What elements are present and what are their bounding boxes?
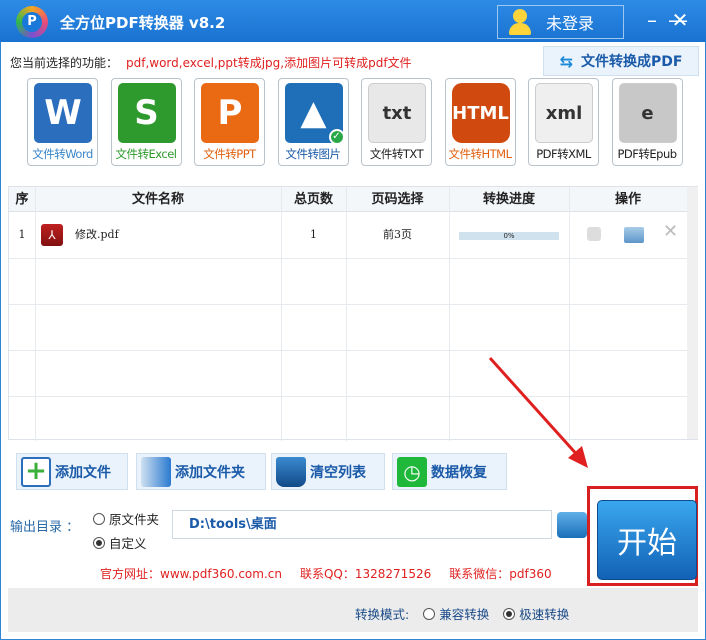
col-header-pages: 总页数: [281, 187, 346, 212]
website-link[interactable]: 官方网址：www.pdf360.com.cn: [100, 565, 282, 582]
minimize-button[interactable]: –: [640, 8, 664, 32]
tool-5[interactable]: txt 文件转TXT: [361, 78, 432, 166]
col-header-page-select: 页码选择: [346, 187, 449, 212]
wechat-text: 联系微信：pdf360: [449, 567, 552, 581]
output-dir-label: 输出目录 ：: [10, 520, 80, 535]
radio-compat-mode[interactable]: 兼容转换: [423, 604, 489, 623]
col-header-progress: 转换进度: [449, 187, 569, 212]
check-icon: ✓: [328, 129, 345, 145]
tool-icon: W: [34, 83, 92, 143]
trash-icon: [276, 456, 306, 487]
tool-3[interactable]: P 文件转PPT: [194, 78, 265, 166]
tool-icon: e: [618, 83, 677, 143]
tool-8[interactable]: e PDF转Epub: [611, 78, 683, 166]
pdf-file-icon: ⅄: [41, 224, 63, 246]
page-select[interactable]: 前3页: [346, 212, 449, 258]
contact-info: 官方网址：www.pdf360.com.cn 联系QQ：1328271526 联…: [100, 565, 552, 582]
convert-icon[interactable]: [587, 227, 601, 241]
col-header-actions: 操作: [569, 187, 687, 212]
convert-to-pdf-button[interactable]: ⇆ 文件转换成PDF: [543, 46, 699, 76]
add-file-button[interactable]: + 添加文件: [16, 453, 128, 490]
swap-arrows-icon: ⇆: [559, 51, 573, 71]
radio-custom[interactable]: 自定义: [93, 533, 147, 552]
tool-7[interactable]: xml PDF转XML: [528, 78, 599, 166]
app-logo-icon: P: [16, 6, 48, 38]
scrollbar[interactable]: [687, 187, 698, 439]
qq-text: 联系QQ：1328271526: [299, 567, 432, 581]
tool-label: 文件转图片: [285, 147, 342, 161]
clear-list-button[interactable]: 清空列表: [271, 453, 385, 490]
tool-icon: S: [117, 83, 176, 143]
tool-label: 文件转HTML: [448, 147, 512, 161]
col-header-name: 文件名称: [35, 187, 281, 212]
open-folder-icon[interactable]: [624, 227, 644, 243]
tool-label: 文件转Excel: [115, 147, 177, 161]
tool-1[interactable]: W 文件转Word: [27, 78, 98, 166]
user-avatar-icon: [508, 9, 532, 35]
delete-icon[interactable]: ✕: [663, 221, 678, 242]
tool-icon: xml: [535, 83, 593, 143]
login-button[interactable]: 未登录: [497, 5, 624, 39]
tool-2[interactable]: S 文件转Excel: [110, 78, 182, 166]
tool-icon: txt: [368, 83, 426, 143]
progress-bar: 0%: [459, 232, 559, 240]
title-bar: P 全方位PDF转换器 v8.2 未登录 —: [0, 0, 706, 42]
add-folder-button[interactable]: 添加文件夹: [136, 453, 266, 490]
tool-6[interactable]: HTML 文件转HTML: [444, 78, 516, 166]
status-bar: [8, 588, 698, 632]
radio-original-folder[interactable]: 原文件夹: [93, 509, 159, 528]
red-arrow-annotation: [488, 356, 588, 468]
tool-label: PDF转XML: [536, 147, 591, 161]
tool-label: 文件转TXT: [369, 147, 424, 161]
app-title: 全方位PDF转换器 v8.2: [60, 14, 226, 32]
tool-4[interactable]: ▲ ✓ 文件转图片: [277, 78, 349, 166]
start-button[interactable]: 开始: [597, 500, 697, 580]
convert-mode: 转换模式: 兼容转换 极速转换: [355, 604, 569, 623]
tool-label: 文件转Word: [32, 147, 93, 161]
restore-icon: ◷: [397, 456, 427, 487]
col-header-index: 序: [9, 187, 35, 212]
tool-icon: HTML: [451, 83, 510, 143]
function-label: 您当前选择的功能：: [10, 56, 119, 70]
tool-label: PDF转Epub: [617, 147, 677, 161]
tool-label: 文件转PPT: [203, 147, 256, 161]
close-button[interactable]: ✕: [668, 8, 692, 32]
tool-icon: P: [201, 83, 259, 143]
output-path-input[interactable]: D:\tools\桌面: [172, 510, 552, 539]
function-value: pdf,word,excel,ppt转成jpg,添加图片可转成pdf文件: [126, 56, 412, 70]
add-file-icon: +: [21, 456, 51, 487]
radio-fast-mode[interactable]: 极速转换: [503, 604, 569, 623]
add-folder-icon: [141, 456, 171, 487]
file-name: 修改.pdf: [75, 228, 119, 241]
browse-folder-icon[interactable]: [557, 512, 587, 538]
